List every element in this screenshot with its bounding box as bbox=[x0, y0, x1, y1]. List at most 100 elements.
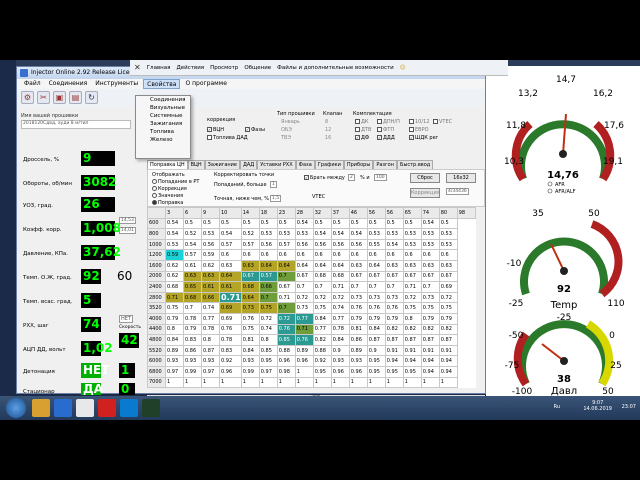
grid-cell[interactable]: 0.54 bbox=[330, 228, 350, 240]
grid-cell[interactable]: 0.93 bbox=[330, 355, 350, 367]
tab-ignition[interactable]: Зажигание bbox=[204, 160, 240, 169]
config-dpn[interactable]: ДПН/П bbox=[377, 119, 400, 125]
grid-cell[interactable]: 1 bbox=[402, 376, 422, 389]
grid-cell[interactable]: 0.94 bbox=[420, 365, 440, 378]
radio-hits[interactable]: Попадание в РТ bbox=[152, 179, 199, 185]
grid-cell[interactable]: 1 bbox=[366, 376, 386, 389]
grid-cell[interactable]: 0.74 bbox=[258, 323, 278, 336]
grid-cell[interactable]: 0.7 bbox=[183, 302, 202, 314]
grid-cell[interactable]: 0.5 bbox=[384, 217, 404, 230]
grid-cell[interactable]: 0.9 bbox=[366, 344, 386, 357]
grid-cell[interactable]: 1 bbox=[183, 376, 202, 389]
config-shdk[interactable]: ✓ ШДК рег bbox=[409, 135, 438, 141]
grid-cell[interactable]: 0.53 bbox=[294, 228, 314, 240]
clock[interactable]: 9:07 14.06.2019 bbox=[583, 400, 612, 412]
grid-cell[interactable]: 0.82 bbox=[384, 323, 404, 336]
read-icon[interactable]: ▣ bbox=[53, 91, 66, 104]
grid-cell[interactable]: 0.63 bbox=[240, 259, 260, 272]
grid-cell[interactable]: 0.67 bbox=[384, 270, 404, 283]
remote-item-chat[interactable]: Общение bbox=[244, 65, 271, 71]
accuracy-input[interactable]: 1,5 bbox=[270, 195, 282, 202]
grid-cell[interactable]: 0.62 bbox=[201, 259, 220, 272]
grid-cell[interactable]: 0.82 bbox=[402, 323, 422, 336]
grid-cell[interactable]: 1 bbox=[240, 376, 260, 389]
grid-cell[interactable]: 0.69 bbox=[438, 281, 458, 293]
grid-cell[interactable]: 0.71 bbox=[330, 281, 350, 293]
grid-cell[interactable]: 0.86 bbox=[183, 344, 202, 357]
grid-cell[interactable]: 0.5 bbox=[402, 217, 422, 230]
grid-cell[interactable]: 0.6 bbox=[240, 249, 260, 261]
grid-cell[interactable]: 0.53 bbox=[402, 238, 422, 251]
grid-cell[interactable]: 0.75 bbox=[312, 302, 332, 314]
grid-cell[interactable]: 0.76 bbox=[366, 302, 386, 314]
grid-cell[interactable]: 0.94 bbox=[384, 355, 404, 367]
grid-cell[interactable]: 0.74 bbox=[201, 302, 220, 314]
valve-8[interactable]: 8 bbox=[325, 119, 328, 125]
grid-cell[interactable]: 0.73 bbox=[240, 302, 260, 314]
take-between-from[interactable]: 2 bbox=[348, 174, 355, 181]
grid-cell[interactable]: 0.93 bbox=[348, 355, 368, 367]
grid-cell[interactable]: 0.54 bbox=[420, 217, 440, 230]
config-dk[interactable]: ДК bbox=[355, 119, 368, 125]
grid-cell[interactable]: 0.76 bbox=[240, 312, 260, 325]
grid-cell[interactable]: 0.64 bbox=[312, 259, 332, 272]
grid-cell[interactable]: 0.63 bbox=[201, 270, 220, 283]
grid-cell[interactable]: 0.67 bbox=[366, 270, 386, 283]
correction-button[interactable]: Коррекция bbox=[410, 188, 440, 198]
grid-cell[interactable]: 0.53 bbox=[258, 228, 278, 240]
grid-cell[interactable]: 0.67 bbox=[294, 270, 314, 283]
remote-item-view[interactable]: Просмотр bbox=[210, 65, 238, 71]
tab-dad[interactable]: ДАД bbox=[239, 160, 258, 169]
grid-cell[interactable]: 0.53 bbox=[384, 228, 404, 240]
grid-cell[interactable]: 0.99 bbox=[240, 365, 260, 378]
grid-cell[interactable]: 0.87 bbox=[384, 334, 404, 346]
grid-cell[interactable]: 0.99 bbox=[183, 365, 202, 378]
grid-cell[interactable]: 0.89 bbox=[348, 344, 368, 357]
grid-cell[interactable]: 0.73 bbox=[294, 302, 314, 314]
grid-cell[interactable]: 0.75 bbox=[438, 302, 458, 314]
grid-cell[interactable]: 0.8 bbox=[402, 312, 422, 325]
grid-cell[interactable]: 0.8 bbox=[201, 334, 220, 346]
start-button[interactable] bbox=[6, 398, 26, 418]
grid-cell[interactable]: 0.7 bbox=[312, 281, 332, 293]
grid-cell[interactable]: 0.64 bbox=[240, 291, 260, 304]
grid-cell[interactable]: 0.64 bbox=[330, 259, 350, 272]
config-1012[interactable]: 10/12 bbox=[409, 119, 429, 125]
menu-tools[interactable]: Инструменты bbox=[92, 79, 141, 89]
fuel-dad-checkbox[interactable]: Топлива ДАД bbox=[207, 135, 248, 141]
grid-cell[interactable]: 1 bbox=[438, 376, 458, 389]
grid-cell[interactable]: 0.67 bbox=[402, 270, 422, 283]
grid-cell[interactable]: 0.93 bbox=[165, 355, 184, 367]
menu-about[interactable]: О программе bbox=[182, 79, 229, 89]
grid-cell[interactable]: 0.5 bbox=[330, 217, 350, 230]
grid-cell[interactable]: 0.65 bbox=[183, 281, 202, 293]
tab-phase[interactable]: Фаза bbox=[295, 160, 315, 169]
grid-cell[interactable]: 0.54 bbox=[348, 228, 368, 240]
grid-cell[interactable]: 0.7 bbox=[258, 291, 278, 304]
grid-cell[interactable]: 0.53 bbox=[165, 238, 184, 251]
grid-cell[interactable]: 0.84 bbox=[240, 344, 260, 357]
grid-cell[interactable]: 0.5 bbox=[219, 217, 242, 230]
grid-cell[interactable]: 0.97 bbox=[258, 365, 278, 378]
dropdown-item-connections[interactable]: Соединения bbox=[136, 96, 190, 104]
grid-cell[interactable]: 0.84 bbox=[312, 312, 332, 325]
grid-cell[interactable]: 0.6 bbox=[348, 249, 368, 261]
grid-cell[interactable]: 0.97 bbox=[201, 365, 220, 378]
grid-cell[interactable]: 0.97 bbox=[165, 365, 184, 378]
grid-cell[interactable]: 1 bbox=[330, 376, 350, 389]
grid-cell[interactable]: 0.61 bbox=[219, 281, 242, 293]
grid-cell[interactable]: 0.94 bbox=[420, 355, 440, 367]
grid-cell[interactable]: 0.96 bbox=[348, 365, 368, 378]
grid-cell[interactable]: 0.94 bbox=[438, 355, 458, 367]
grid-cell[interactable]: 0.68 bbox=[312, 270, 332, 283]
grid-cell[interactable]: 0.62 bbox=[165, 270, 184, 283]
config-ddd[interactable]: ✓ ДДД bbox=[377, 135, 395, 141]
radio-correction[interactable]: Коррекция bbox=[152, 186, 187, 192]
grid-cell[interactable]: 0.53 bbox=[420, 238, 440, 251]
config-ftp[interactable]: ФТП bbox=[377, 127, 394, 133]
firmware-name[interactable]: 2018120Сдвд, ауди 8 м/тип bbox=[21, 120, 131, 129]
grid-cell[interactable]: 0.87 bbox=[402, 334, 422, 346]
grid-cell[interactable]: 0.6 bbox=[258, 249, 278, 261]
grid-cell[interactable]: 0.6 bbox=[294, 249, 314, 261]
grid-cell[interactable]: 0.96 bbox=[276, 355, 296, 367]
